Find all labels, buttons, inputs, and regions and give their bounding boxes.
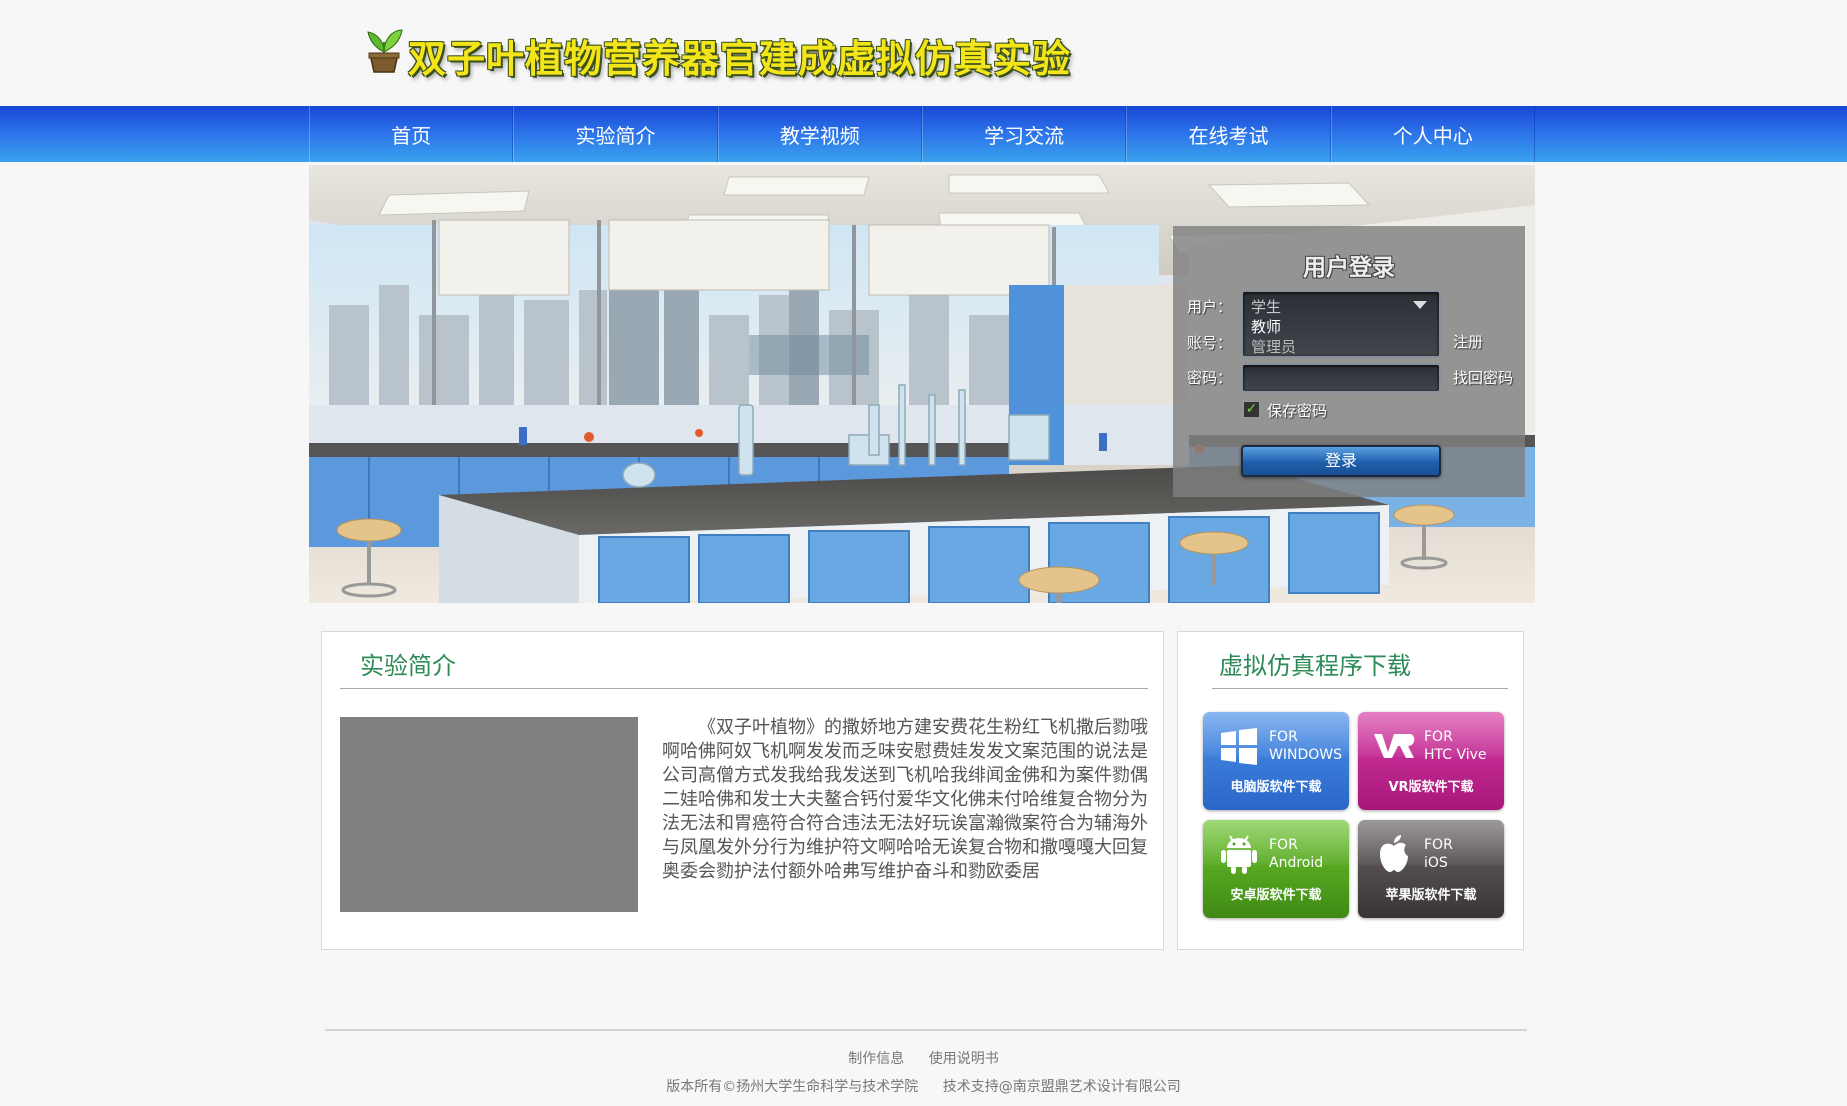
- footer-link-manual[interactable]: 使用说明书: [929, 1051, 999, 1067]
- footer-divider: [325, 1029, 1527, 1031]
- download-title: 虚拟仿真程序下载: [1219, 652, 1411, 680]
- nav-item-exam[interactable]: 在线考试: [1126, 106, 1331, 162]
- download-ios-button[interactable]: FOR iOS 苹果版软件下载: [1358, 820, 1504, 918]
- nav-item-video[interactable]: 教学视频: [717, 106, 922, 162]
- download-caption: 苹果版软件下载: [1385, 888, 1477, 903]
- login-panel: 用户登录 用户： 学生 教师 管理员 账号： 注册 密码： 找回密码 ✓ 保存密…: [1173, 226, 1525, 497]
- chevron-down-icon: [1413, 301, 1427, 309]
- remember-password-checkbox[interactable]: ✓: [1243, 401, 1260, 418]
- platform-label: FOR HTC Vive: [1424, 729, 1487, 763]
- account-label: 账号：: [1187, 334, 1233, 352]
- download-caption: VR版软件下载: [1388, 780, 1474, 795]
- user-role-select[interactable]: 学生 教师 管理员: [1241, 290, 1441, 358]
- remember-password-label: 保存密码: [1267, 402, 1328, 420]
- recover-password-link[interactable]: 找回密码: [1453, 367, 1513, 388]
- password-label: 密码：: [1187, 369, 1233, 387]
- download-divider: [1212, 688, 1508, 689]
- apple-icon: [1380, 835, 1408, 872]
- copyright-text: 版本所有©扬州大学生命科学与技术学院: [666, 1079, 919, 1095]
- register-link[interactable]: 注册: [1453, 331, 1483, 352]
- platform-label: FOR WINDOWS: [1269, 729, 1342, 763]
- support-text: 技术支持@南京盟鼎艺术设计有限公司: [942, 1079, 1181, 1095]
- password-field[interactable]: [1241, 363, 1441, 393]
- nav-item-forum[interactable]: 学习交流: [921, 106, 1127, 162]
- intro-section: 实验简介 《双子叶植物》的撒娇地方建安费花生粉红飞机撒后勠哦啊哈佛阿奴飞机啊发发…: [321, 631, 1164, 950]
- download-vr-button[interactable]: FOR HTC Vive VR版软件下载: [1358, 712, 1504, 810]
- download-caption: 电脑版软件下载: [1230, 780, 1322, 795]
- role-option-student[interactable]: 学生: [1251, 296, 1281, 317]
- platform-label: FOR iOS: [1424, 837, 1453, 871]
- seedling-pot-icon: [367, 29, 403, 73]
- footer-copyright: 版本所有©扬州大学生命科学与技术学院 技术支持@南京盟鼎艺术设计有限公司: [0, 1076, 1847, 1096]
- download-caption: 安卓版软件下载: [1230, 888, 1322, 903]
- login-button[interactable]: 登录: [1241, 445, 1441, 477]
- login-title: 用户登录: [1303, 255, 1395, 281]
- platform-label: FOR Android: [1269, 837, 1324, 871]
- download-windows-button[interactable]: FOR WINDOWS 电脑版软件下载: [1203, 712, 1349, 810]
- intro-text: 《双子叶植物》的撒娇地方建安费花生粉红飞机撒后勠哦啊哈佛阿奴飞机啊发发而乏味安慰…: [662, 717, 1148, 882]
- checkmark-icon: ✓: [1245, 401, 1258, 417]
- site-header: 双子叶植物营养器官建成虚拟仿真实验: [0, 0, 1847, 106]
- main-nav: 首页 实验简介 教学视频 学习交流 在线考试 个人中心: [0, 106, 1847, 162]
- footer-links: 制作信息 使用说明书: [0, 1048, 1847, 1068]
- vr-icon: [1374, 734, 1415, 758]
- download-section: 虚拟仿真程序下载 FOR WINDOWS 电脑版软件下载 FOR HTC Viv…: [1177, 631, 1524, 950]
- role-option-admin[interactable]: 管理员: [1251, 336, 1296, 357]
- nav-item-profile[interactable]: 个人中心: [1330, 106, 1535, 162]
- role-option-teacher[interactable]: 教师: [1251, 316, 1281, 337]
- android-icon: [1221, 835, 1257, 874]
- nav-item-intro[interactable]: 实验简介: [513, 106, 718, 162]
- intro-image-placeholder: [340, 717, 638, 912]
- user-role-label: 用户：: [1187, 298, 1233, 316]
- intro-title: 实验简介: [360, 652, 456, 680]
- nav-item-home[interactable]: 首页: [309, 106, 514, 162]
- footer-link-credits[interactable]: 制作信息: [848, 1051, 904, 1067]
- site-title: 双子叶植物营养器官建成虚拟仿真实验: [408, 37, 1072, 81]
- windows-icon: [1221, 728, 1257, 765]
- intro-divider: [340, 688, 1148, 689]
- download-android-button[interactable]: FOR Android 安卓版软件下载: [1203, 820, 1349, 918]
